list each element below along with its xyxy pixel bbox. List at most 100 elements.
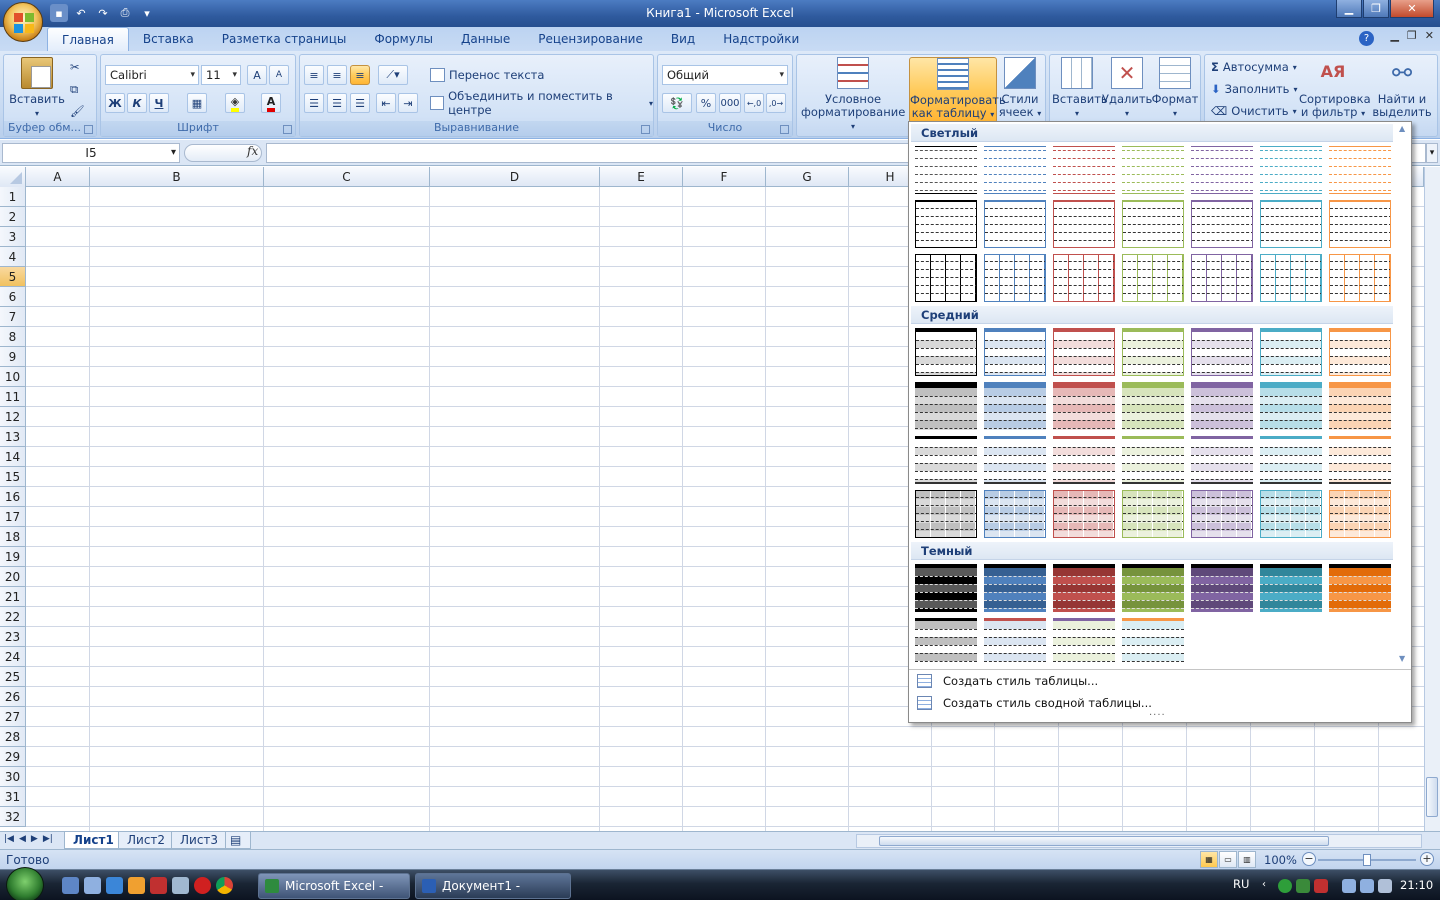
borders-icon[interactable]: ▦	[187, 93, 207, 113]
column-header[interactable]: C	[264, 167, 430, 187]
format-as-table-button[interactable]: Форматировать как таблицу ▾	[909, 57, 1006, 123]
table-style-swatch[interactable]	[915, 328, 977, 376]
table-style-swatch[interactable]	[1329, 254, 1391, 302]
zoom-level[interactable]: 100%	[1264, 853, 1297, 867]
row-header[interactable]: 20	[0, 567, 26, 587]
table-style-swatch[interactable]	[1260, 564, 1322, 612]
paste-button[interactable]: Вставить ▾	[8, 57, 66, 121]
table-style-swatch[interactable]	[1122, 254, 1184, 302]
shrink-font-icon[interactable]: A	[269, 65, 289, 85]
table-style-swatch[interactable]	[1260, 490, 1322, 538]
table-style-swatch[interactable]	[984, 328, 1046, 376]
table-style-swatch[interactable]	[915, 618, 977, 666]
sheet-tab-1[interactable]: Лист1	[64, 832, 123, 849]
number-format-combo[interactable]: Общий	[662, 65, 788, 85]
opera-icon[interactable]	[194, 877, 211, 894]
tab-formulas[interactable]: Формулы	[360, 27, 447, 51]
office-button[interactable]	[3, 2, 43, 42]
table-style-swatch[interactable]	[984, 564, 1046, 612]
font-dialog-launcher[interactable]	[283, 125, 292, 134]
internet-explorer-icon[interactable]	[106, 877, 123, 894]
fill-color-icon[interactable]: ◈	[225, 93, 245, 113]
volume-icon[interactable]	[1378, 879, 1392, 893]
sheet-tab-2[interactable]: Лист2	[118, 832, 175, 849]
table-style-swatch[interactable]	[1191, 254, 1253, 302]
table-style-swatch[interactable]	[1053, 490, 1115, 538]
row-header[interactable]: 12	[0, 407, 26, 427]
table-style-swatch[interactable]	[1260, 146, 1322, 194]
table-style-swatch[interactable]	[984, 146, 1046, 194]
tab-insert[interactable]: Вставка	[129, 27, 208, 51]
align-middle-icon[interactable]: ≡	[327, 65, 347, 85]
increase-decimal-icon[interactable]: ←,0	[744, 93, 764, 113]
table-style-swatch[interactable]	[984, 436, 1046, 484]
clipboard-dialog-launcher[interactable]	[84, 125, 93, 134]
vertical-scrollbar[interactable]	[1424, 167, 1440, 831]
row-header[interactable]: 4	[0, 247, 26, 267]
conditional-formatting-button[interactable]: Условное форматирование ▾	[801, 57, 905, 131]
italic-button[interactable]: К	[127, 93, 147, 113]
row-header[interactable]: 1	[0, 187, 26, 207]
decrease-indent-icon[interactable]: ⇤	[376, 93, 396, 113]
chrome-icon[interactable]	[216, 877, 233, 894]
merge-center-button[interactable]: Объединить и поместить в центре ▾	[430, 89, 653, 117]
underline-button[interactable]: Ч	[149, 93, 169, 113]
row-header[interactable]: 18	[0, 527, 26, 547]
show-desktop-icon[interactable]	[84, 877, 101, 894]
table-style-swatch[interactable]	[1191, 382, 1253, 430]
media-player-icon[interactable]	[128, 877, 145, 894]
app-icon[interactable]	[150, 877, 167, 894]
font-size-combo[interactable]: 11	[201, 65, 241, 85]
tray-app-icon[interactable]	[1314, 879, 1328, 893]
zoom-out-icon[interactable]: −	[1302, 852, 1316, 866]
restore-button[interactable]: ❐	[1363, 0, 1389, 18]
power-icon[interactable]	[1360, 879, 1374, 893]
zoom-slider-thumb[interactable]	[1363, 854, 1371, 866]
row-header[interactable]: 17	[0, 507, 26, 527]
zoom-slider[interactable]	[1318, 854, 1416, 866]
table-style-swatch[interactable]	[1329, 200, 1391, 248]
table-style-swatch[interactable]	[1329, 328, 1391, 376]
language-indicator[interactable]: RU	[1233, 877, 1249, 891]
insert-cells-button[interactable]: Вставить ▾	[1052, 57, 1108, 121]
insert-function-icon[interactable]: fx	[247, 144, 258, 158]
row-header[interactable]: 27	[0, 707, 26, 727]
orientation-icon[interactable]: ⟋▾	[378, 65, 408, 85]
table-style-swatch[interactable]	[1260, 436, 1322, 484]
table-style-swatch[interactable]	[1260, 254, 1322, 302]
row-header[interactable]: 28	[0, 727, 26, 747]
row-header[interactable]: 2	[0, 207, 26, 227]
increase-indent-icon[interactable]: ⇥	[398, 93, 418, 113]
format-painter-icon[interactable]: 🖌	[70, 101, 85, 121]
table-style-swatch[interactable]	[984, 200, 1046, 248]
table-style-swatch[interactable]	[1260, 382, 1322, 430]
autosum-button[interactable]: Σ Автосумма ▾	[1211, 57, 1297, 77]
table-style-swatch[interactable]	[1122, 200, 1184, 248]
table-style-swatch[interactable]	[1122, 146, 1184, 194]
column-header[interactable]: G	[766, 167, 849, 187]
row-header[interactable]: 32	[0, 807, 26, 827]
tab-addins[interactable]: Надстройки	[709, 27, 813, 51]
table-style-swatch[interactable]	[1122, 618, 1184, 666]
table-style-swatch[interactable]	[1329, 382, 1391, 430]
table-style-swatch[interactable]	[1122, 490, 1184, 538]
tray-app-icon[interactable]	[1296, 879, 1310, 893]
table-style-swatch[interactable]	[1191, 564, 1253, 612]
cell-styles-button[interactable]: Стили ячеек ▾	[997, 57, 1043, 121]
last-sheet-icon[interactable]: ▶|	[43, 834, 53, 844]
table-style-swatch[interactable]	[1329, 436, 1391, 484]
clear-button[interactable]: ⌫ Очистить ▾	[1211, 101, 1297, 121]
table-style-swatch[interactable]	[1053, 436, 1115, 484]
horizontal-scrollbar[interactable]	[856, 834, 1422, 848]
table-style-swatch[interactable]	[1122, 382, 1184, 430]
new-table-style-item[interactable]: Создать стиль таблицы...	[913, 671, 1405, 691]
gallery-scrollbar[interactable]: ▲ ▼	[1397, 122, 1411, 668]
zoom-in-icon[interactable]: +	[1420, 852, 1434, 866]
align-center-icon[interactable]: ☰	[327, 93, 347, 113]
fill-button[interactable]: ⬇ Заполнить ▾	[1211, 79, 1297, 99]
table-style-swatch[interactable]	[1191, 200, 1253, 248]
thousands-button[interactable]: 000	[719, 93, 741, 113]
bold-button[interactable]: Ж	[105, 93, 125, 113]
table-style-swatch[interactable]	[1053, 254, 1115, 302]
table-style-swatch[interactable]	[915, 564, 977, 612]
